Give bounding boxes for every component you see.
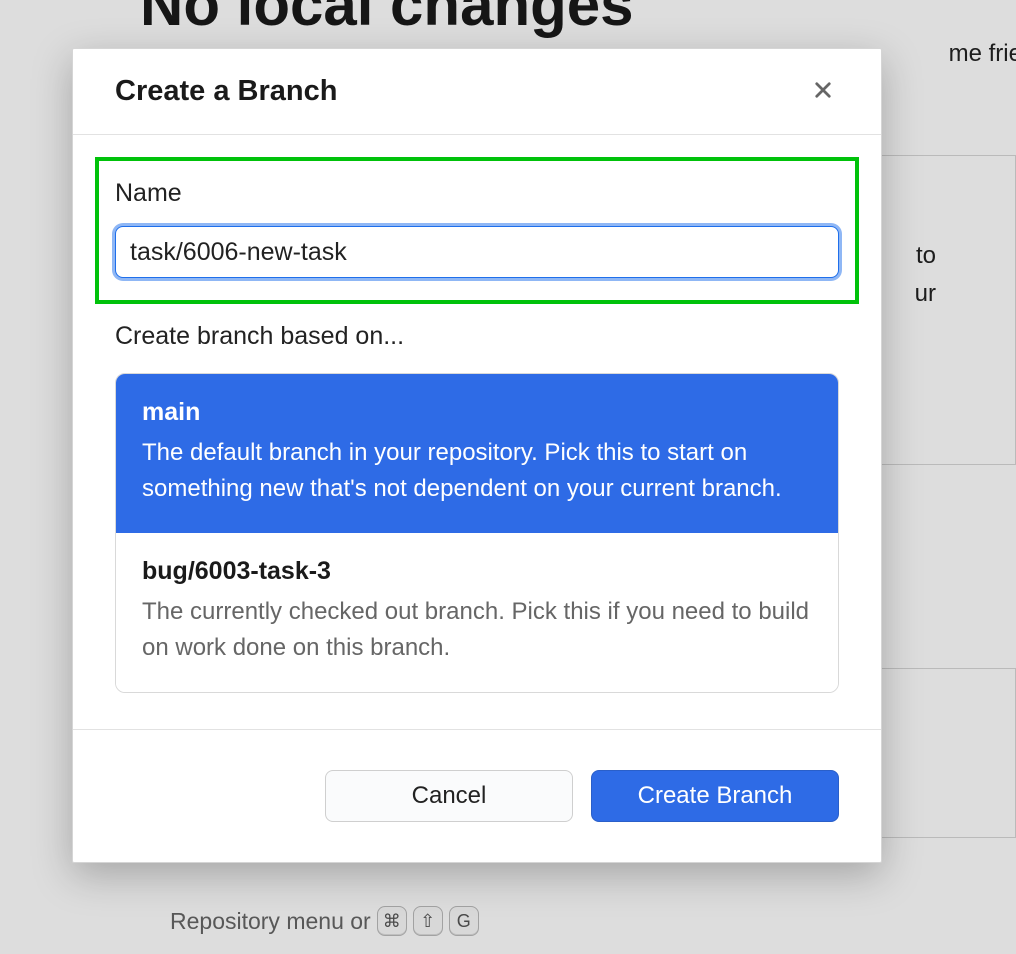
name-field-highlight: Name [95,157,859,304]
bg-text-fragment-friendly: me friendly [949,40,1016,68]
kbd-cmd: ⌘ [377,906,407,936]
bg-text-fragment-ur: ur [915,280,936,308]
bg-text-fragment-to: to [916,242,936,270]
create-branch-button[interactable]: Create Branch [591,770,839,822]
option-desc: The currently checked out branch. Pick t… [142,594,812,666]
name-label: Name [115,179,839,208]
option-name: bug/6003-task-3 [142,557,812,586]
bg-hint-text: Repository menu or [170,908,371,935]
base-branch-list: main The default branch in your reposito… [115,373,839,693]
base-branch-option-current[interactable]: bug/6003-task-3 The currently checked ou… [116,533,838,692]
kbd-g: G [449,906,479,936]
bg-hint-line: Repository menu or ⌘ ⇧ G [170,906,986,936]
close-icon [813,80,833,103]
create-branch-dialog: Create a Branch Name Create branch based… [72,48,882,863]
close-button[interactable] [807,76,839,108]
dialog-footer: Cancel Create Branch [73,729,881,862]
dialog-title: Create a Branch [115,75,337,108]
based-on-label: Create branch based on... [115,322,839,351]
kbd-shift: ⇧ [413,906,443,936]
dialog-body: Name Create branch based on... main The … [73,135,881,729]
branch-name-input[interactable] [115,226,839,278]
cancel-button[interactable]: Cancel [325,770,573,822]
option-name: main [142,398,812,427]
dialog-header: Create a Branch [73,49,881,135]
base-branch-option-main[interactable]: main The default branch in your reposito… [116,374,838,533]
option-desc: The default branch in your repository. P… [142,435,812,507]
bg-heading: No local changes [140,0,633,39]
